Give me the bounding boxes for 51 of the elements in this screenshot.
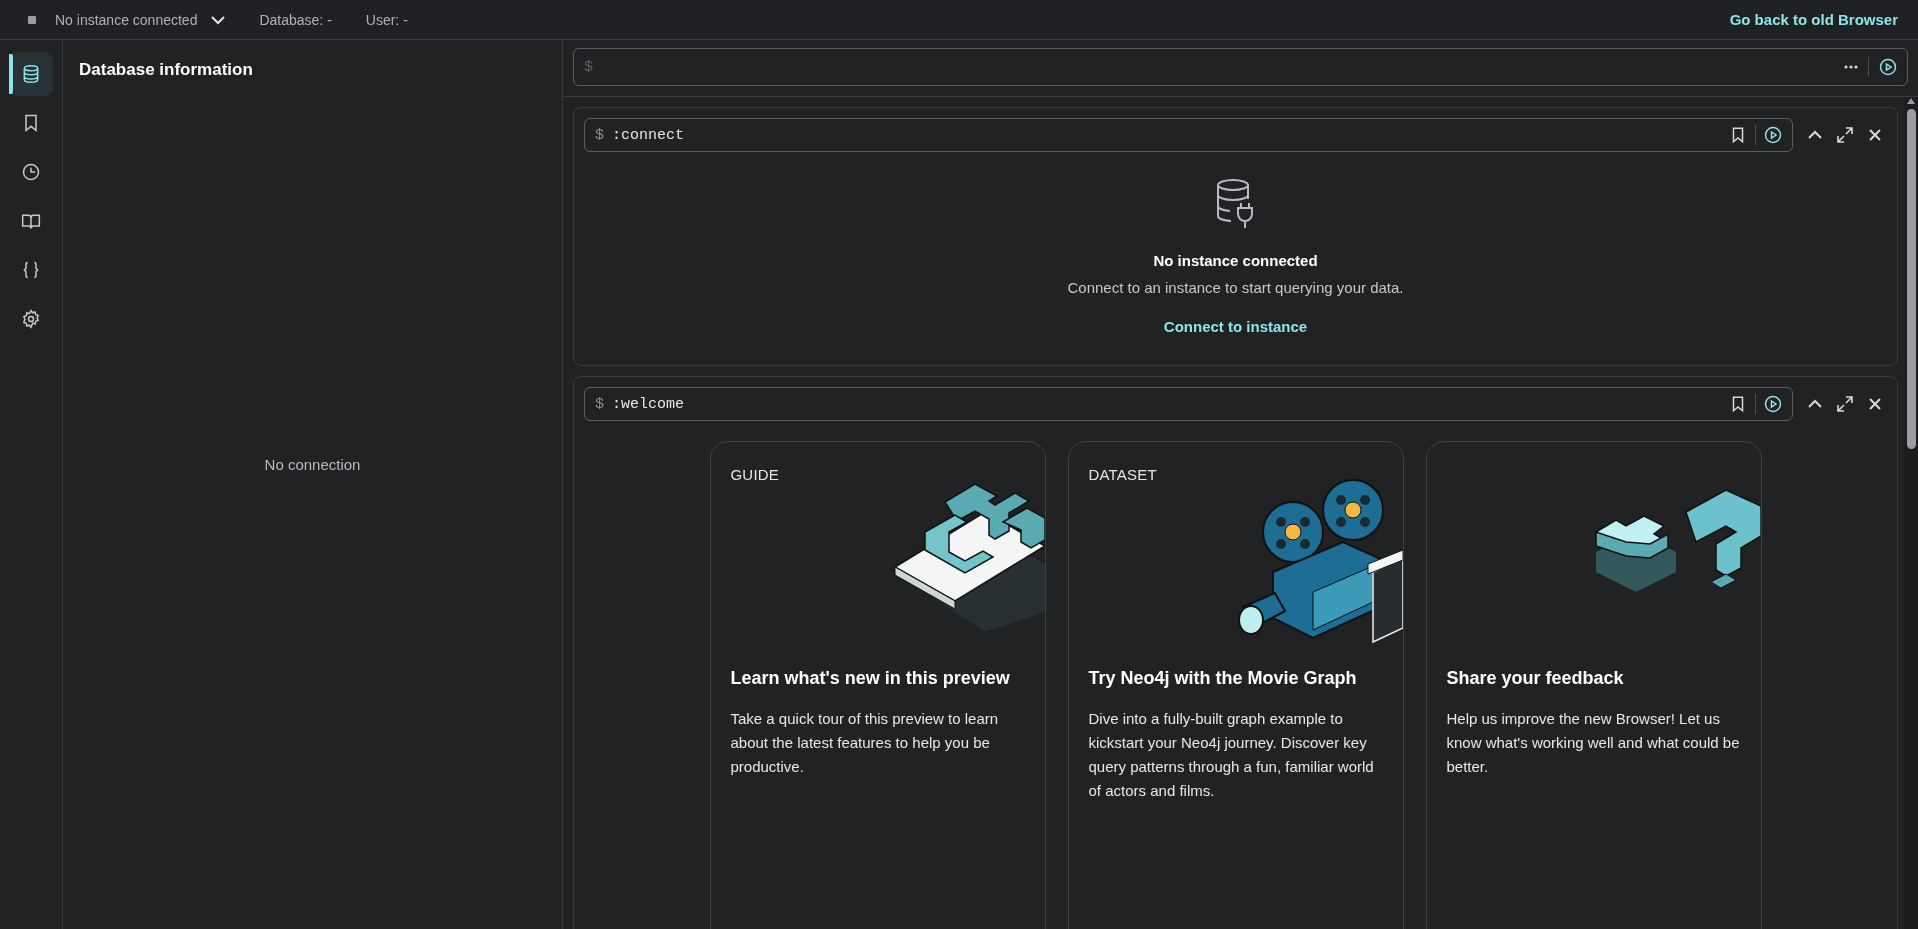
settings-icon [21, 309, 41, 329]
empty-message: No connection [264, 456, 361, 473]
card-description: Take a quick tour of this preview to learn about the latest features to help you be productive. [730, 709, 1000, 777]
frame-command: :connect [612, 126, 685, 144]
panel-title: Database information [79, 60, 254, 80]
card-title[interactable]: Try Neo4j with the Movie Graph [1088, 664, 1387, 693]
scroll-up-icon[interactable] [1906, 97, 1916, 105]
sidebar-item[interactable] [9, 52, 53, 96]
card-label: GUIDE [730, 466, 779, 483]
more-icon [1844, 65, 1858, 69]
close-button[interactable] [1867, 127, 1883, 143]
empty-state-title: No instance connected [1153, 252, 1318, 269]
user-label: User: - [365, 11, 408, 28]
database-icon [21, 64, 41, 84]
more-button[interactable] [1844, 65, 1858, 69]
close-icon [1867, 396, 1883, 412]
close-button[interactable] [1867, 396, 1883, 412]
fullscreen-button[interactable] [1837, 127, 1853, 143]
run-icon[interactable] [1879, 58, 1897, 76]
welcome-card[interactable]: GUIDE Learn what's new in this preview Take a quick tour of this preview to learn about the latest features to help you be productive. [709, 441, 1046, 929]
card-title[interactable]: Learn what's new in this preview [730, 664, 1029, 693]
prompt-symbol: $ [584, 58, 593, 76]
run-icon[interactable] [1764, 395, 1782, 413]
close-icon [1867, 127, 1883, 143]
book-icon [21, 211, 41, 231]
database-label: Database: - [259, 11, 332, 28]
fullscreen-button[interactable] [1837, 396, 1853, 412]
prompt-symbol: $ [595, 126, 604, 144]
connect-link[interactable]: Connect to instance [1163, 318, 1308, 335]
expand-icon [1837, 127, 1853, 143]
old-browser-link[interactable]: Go back to old Browser [1729, 11, 1898, 28]
frame-editor[interactable]: $ :welcome [584, 387, 1793, 421]
database-plug-icon [1215, 178, 1256, 230]
expand-icon [1837, 396, 1853, 412]
run-icon[interactable] [1764, 126, 1782, 144]
scrollbar-thumb[interactable] [1906, 109, 1916, 449]
prompt-symbol: $ [595, 395, 604, 413]
instance-dropdown[interactable]: No instance connected [28, 11, 226, 28]
welcome-card[interactable]: DATASET Try Neo4j with the Movie Graph Dive into a fully-built graph example to kickstart your Neo4j journey. Discover key query patterns through a fun, familiar world of actors and films. [1067, 441, 1404, 929]
braces-icon [21, 260, 41, 280]
card-description: Dive into a fully-built graph example to kickstart your Neo4j journey. Discover key query patterns through a fun, familiar world of actors and films. [1088, 709, 1375, 801]
chevron-down-icon [211, 14, 226, 25]
card-description: Help us improve the new Browser! Let us know what's working well and what could be better. [1446, 709, 1741, 777]
empty-state-message: Connect to an instance to start querying your data. [1067, 279, 1404, 296]
welcome-card[interactable]: Share your feedback Help us improve the new Browser! Let us know what's working well and what could be better. [1425, 441, 1762, 929]
scrollbar[interactable] [1904, 97, 1918, 929]
clock-icon [21, 162, 41, 182]
frame-editor[interactable]: $ :connect [584, 118, 1793, 152]
card-title[interactable]: Share your feedback [1446, 664, 1745, 693]
card-label: DATASET [1088, 466, 1157, 483]
frame-command: :welcome [612, 395, 685, 413]
